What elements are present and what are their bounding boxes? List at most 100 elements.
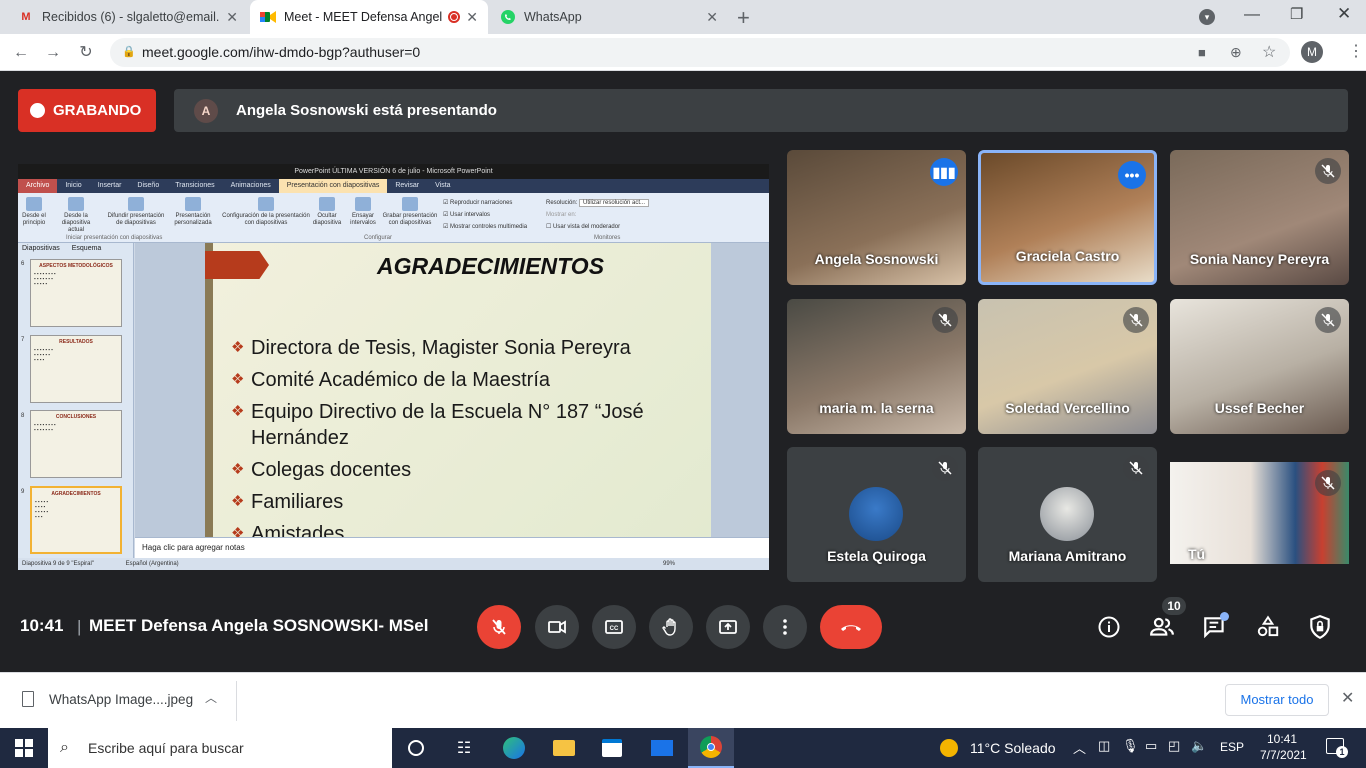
close-icon[interactable]: ✕ (466, 9, 478, 26)
omnibox[interactable]: 🔒 meet.google.com/ihw-dmdo-bgp?authuser=… (110, 38, 1290, 67)
windows-taskbar: ⌕ Escribe aquí para buscar ☷ 11°C Solead… (0, 728, 1366, 768)
raise-hand-button[interactable] (649, 605, 693, 649)
tab-whatsapp[interactable]: WhatsApp ✕ (490, 0, 728, 34)
mic-toggle-button[interactable] (477, 605, 521, 649)
more-options-icon[interactable]: ••• (1118, 161, 1146, 189)
download-item-name[interactable]: WhatsApp Image....jpeg (49, 692, 193, 707)
camera-icon[interactable]: ■ (1198, 38, 1206, 67)
tab-label: Recibidos (6) - slgaletto@email.u (42, 10, 221, 24)
ppt-menu-item[interactable]: Revisar (387, 179, 427, 193)
chevron-up-icon[interactable]: ︿ (1073, 738, 1086, 757)
slide-thumbnail[interactable]: CONCLUSIONES ▪ ▪ ▪ ▪ ▪ ▪ ▪ ▪ ▪ ▪ ▪ ▪ ▪ ▪ ▪ (30, 410, 122, 478)
ppt-menu-item[interactable]: Transiciones (167, 179, 222, 193)
ppt-menu-item[interactable]: Diseño (129, 179, 167, 193)
people-button[interactable] (1147, 612, 1177, 642)
participant-tile[interactable]: Soledad Vercellino (978, 299, 1157, 434)
pane-tab[interactable]: Esquema (72, 245, 102, 252)
minimize-icon[interactable]: — (1244, 6, 1260, 24)
show-all-downloads-button[interactable]: Mostrar todo (1225, 684, 1329, 716)
meet-tray-icon[interactable]: ◫ (1098, 738, 1110, 754)
meeting-details-button[interactable] (1094, 612, 1124, 642)
store-icon[interactable] (600, 736, 624, 760)
bookmark-star-icon[interactable]: ☆ (1262, 38, 1276, 67)
ppt-menu-item[interactable]: Insertar (90, 179, 130, 193)
ppt-ribbon: Desde el principio Desde la diapositiva … (18, 193, 769, 243)
present-screen-icon (719, 620, 737, 634)
network-icon[interactable]: ◰ (1168, 738, 1180, 754)
ppt-checkbox[interactable]: ☑ Mostrar controles multimedia (443, 221, 527, 233)
slide-thumbnail[interactable]: RESULTADOS ▪ ▪ ▪ ▪ ▪ ▪ ▪ ▪ ▪ ▪ ▪ ▪ ▪ ▪ ▪ ▪ … (30, 335, 122, 403)
taskbar-search-field[interactable]: ⌕ Escribe aquí para buscar (48, 728, 392, 768)
window-close-icon[interactable]: ✕ (1337, 4, 1351, 24)
ppt-menu-item[interactable]: Inicio (57, 179, 89, 193)
resolution-select[interactable]: Utilizar resolución act... (579, 199, 650, 207)
ppt-menu-item[interactable]: Animaciones (223, 179, 279, 193)
ppt-ribbon-button[interactable]: Ocultar diapositiva (310, 197, 344, 227)
ppt-ribbon-button[interactable]: Configuración de la presentación con dia… (221, 197, 311, 227)
task-view-icon[interactable]: ☷ (452, 736, 476, 760)
presenting-text: Angela Sosnowski está presentando (236, 102, 497, 119)
participant-tile[interactable]: ▮▮▮ Angela Sosnowski (787, 150, 966, 285)
participant-tile[interactable]: maria m. la serna (787, 299, 966, 434)
ppt-ribbon-button[interactable]: Presentación personalizada (170, 197, 216, 227)
microphone-icon[interactable]: 🎙 (1122, 738, 1139, 754)
windows-start-icon[interactable] (12, 736, 36, 760)
chevron-up-icon[interactable]: ︿ (205, 689, 217, 706)
zoom-icon[interactable]: ⊕ (1230, 38, 1242, 67)
participant-tile[interactable]: Estela Quiroga (787, 447, 966, 582)
profile-avatar[interactable]: M (1301, 41, 1323, 63)
mail-icon[interactable] (650, 736, 674, 760)
ppt-ribbon-button[interactable]: Difundir presentación de diapositivas (104, 197, 168, 227)
ppt-ribbon-button[interactable]: Desde el principio (20, 197, 48, 227)
close-shelf-icon[interactable]: ✕ (1341, 688, 1354, 708)
tab-gmail[interactable]: M Recibidos (6) - slgaletto@email.u ✕ (8, 0, 248, 34)
file-icon (22, 691, 34, 707)
language-indicator[interactable]: ESP (1220, 740, 1244, 754)
self-view-tile[interactable]: Tú (1170, 462, 1349, 564)
reload-icon[interactable]: ↻ (75, 42, 97, 64)
restore-icon[interactable]: ❐ (1290, 5, 1303, 23)
cortana-icon[interactable] (404, 736, 428, 760)
ppt-checkbox[interactable]: ☑ Reproducir narraciones (443, 197, 527, 209)
edge-icon[interactable] (502, 736, 526, 760)
weather-text[interactable]: 11°C Soleado (970, 740, 1056, 756)
slide-title: AGRADECIMIENTOS (377, 253, 605, 279)
tab-search-icon[interactable]: ▾ (1199, 9, 1215, 25)
forward-icon[interactable]: → (42, 42, 64, 64)
battery-icon[interactable]: ▭ (1145, 738, 1157, 754)
volume-icon[interactable]: 🔈 (1191, 738, 1207, 754)
close-icon[interactable]: ✕ (706, 9, 718, 26)
ppt-menu-item[interactable]: Vista (427, 179, 458, 193)
ppt-ribbon-button[interactable]: Ensayar intervalos (346, 197, 380, 227)
system-clock[interactable]: 10:41 7/7/2021 (1260, 731, 1307, 763)
tab-meet[interactable]: Meet - MEET Defensa Angela ✕ (250, 0, 488, 34)
camera-toggle-button[interactable] (535, 605, 579, 649)
activities-button[interactable] (1253, 612, 1283, 642)
chrome-taskbar-button[interactable] (688, 728, 734, 768)
participant-tile-active[interactable]: ••• Graciela Castro (978, 150, 1157, 285)
menu-kebab-icon[interactable]: ⋮ (1348, 41, 1364, 61)
ppt-checkbox[interactable]: ☑ Usar intervalos (443, 209, 527, 221)
leave-call-button[interactable] (820, 605, 882, 649)
ppt-menu-item[interactable]: Presentación con diapositivas (278, 179, 388, 193)
participant-tile[interactable]: Sonia Nancy Pereyra (1170, 150, 1349, 285)
captions-button[interactable]: CC (592, 605, 636, 649)
host-controls-button[interactable] (1305, 612, 1335, 642)
pane-tab[interactable]: Diapositivas (22, 245, 60, 252)
ppt-checkbox[interactable]: ☐ Usar vista del moderador (546, 221, 649, 233)
ppt-ribbon-button[interactable]: Desde la diapositiva actual (54, 197, 98, 234)
ppt-ribbon-button[interactable]: Grabar presentación con diapositivas (380, 197, 440, 227)
participant-tile[interactable]: Ussef Becher (1170, 299, 1349, 434)
ppt-menu-item[interactable]: Archivo (18, 179, 58, 193)
slide-thumbnail-selected[interactable]: AGRADECIMIENTOS ▪ ▪ ▪ ▪ ▪ ▪ ▪ ▪ ▪ ▪ ▪ ▪ ▪ ▪… (30, 486, 122, 554)
new-tab-button[interactable]: + (737, 5, 750, 31)
close-icon[interactable]: ✕ (226, 9, 238, 26)
slide-thumbnail[interactable]: ASPECTOS METODOLÓGICOS ▪ ▪ ▪ ▪ ▪ ▪ ▪ ▪ ▪ ▪… (30, 259, 122, 327)
participant-tile[interactable]: Mariana Amitrano (978, 447, 1157, 582)
file-explorer-icon[interactable] (552, 736, 576, 760)
present-now-button[interactable] (706, 605, 750, 649)
back-icon[interactable]: ← (10, 42, 32, 64)
notes-field[interactable]: Haga clic para agregar notas (135, 537, 769, 558)
more-options-button[interactable] (763, 605, 807, 649)
ppt-title-bar: PowerPoint ÚLTIMA VERSIÓN 6 de julio - M… (18, 164, 769, 179)
